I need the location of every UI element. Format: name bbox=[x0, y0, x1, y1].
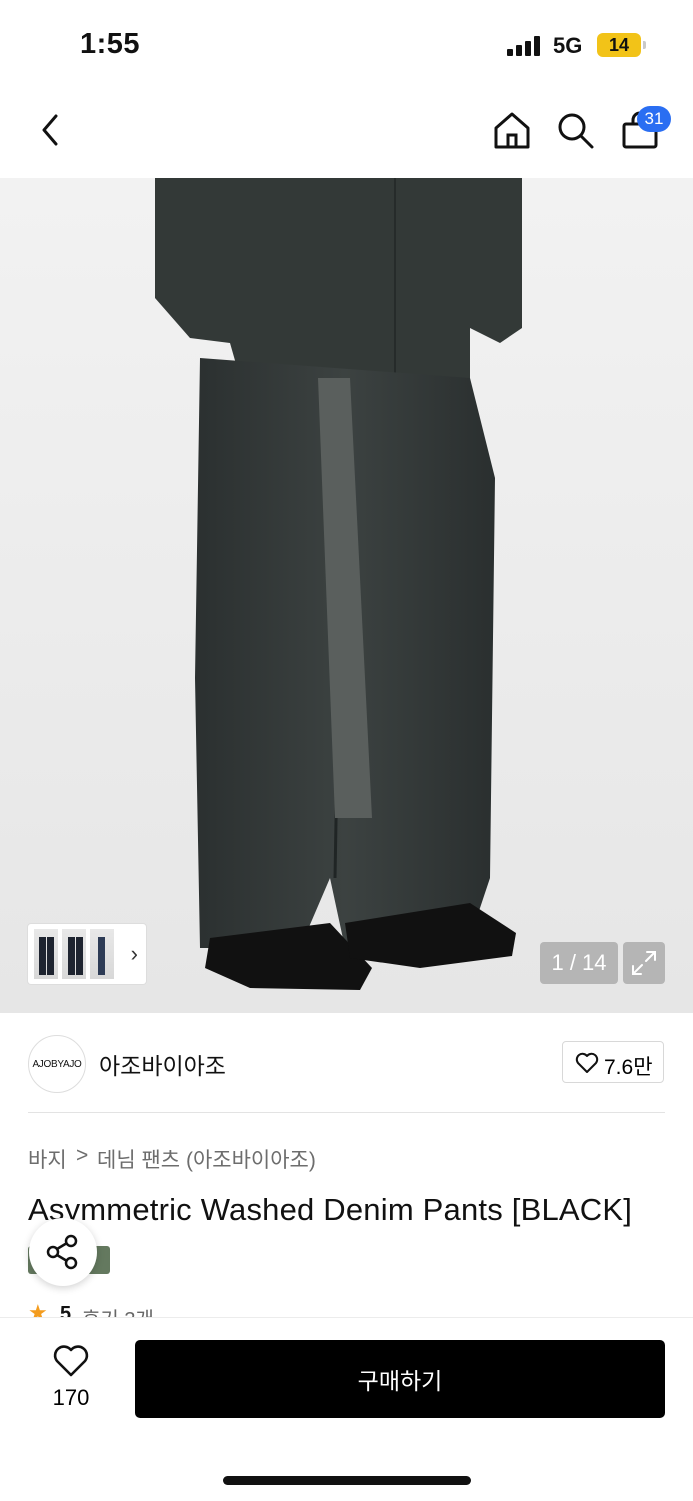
share-button[interactable] bbox=[29, 1218, 97, 1286]
divider bbox=[28, 1112, 665, 1113]
search-icon bbox=[558, 113, 594, 149]
brand-logo[interactable]: AJOBYAJO bbox=[28, 1035, 86, 1093]
image-counter: 1 / 14 bbox=[540, 942, 618, 984]
cart-count-badge: 31 bbox=[637, 106, 671, 132]
product-title: Asymmetric Washed Denim Pants [BLACK] bbox=[28, 1192, 633, 1227]
home-indicator bbox=[223, 1476, 471, 1485]
chevron-left-icon bbox=[42, 114, 58, 146]
brand-like-count: 7.6만 bbox=[604, 1056, 653, 1079]
home-icon bbox=[494, 112, 530, 149]
breadcrumb-separator: > bbox=[76, 1144, 89, 1167]
breadcrumb-category[interactable]: 바지 bbox=[28, 1144, 67, 1174]
share-icon bbox=[46, 1234, 78, 1270]
battery-icon: 14 bbox=[597, 33, 641, 57]
battery-tip bbox=[643, 41, 646, 49]
thumbnail-3[interactable] bbox=[90, 929, 114, 979]
thumbnail-1[interactable] bbox=[34, 929, 58, 979]
brand-name[interactable]: 아조바이아조 bbox=[99, 1047, 226, 1081]
like-count: 170 bbox=[52, 1385, 90, 1410]
chevron-right-icon: › bbox=[130, 941, 138, 966]
heart-icon bbox=[575, 1052, 599, 1073]
brand-like-button[interactable]: 7.6만 bbox=[562, 1041, 664, 1083]
denim-pants-photo bbox=[155, 178, 522, 990]
home-button[interactable] bbox=[490, 108, 534, 152]
expand-button[interactable] bbox=[623, 942, 665, 984]
breadcrumb-subcategory[interactable]: 데님 팬츠 (아조바이아조) bbox=[97, 1144, 316, 1174]
heart-icon bbox=[53, 1345, 89, 1377]
expand-icon bbox=[632, 951, 656, 975]
signal-icon bbox=[507, 36, 540, 56]
network-label: 5G bbox=[553, 33, 583, 58]
product-image[interactable] bbox=[0, 178, 693, 1013]
buy-button[interactable]: 구매하기 bbox=[135, 1340, 665, 1418]
back-button[interactable] bbox=[34, 110, 70, 150]
search-button[interactable] bbox=[553, 108, 597, 152]
thumbnail-2[interactable] bbox=[62, 929, 86, 979]
thumbnail-strip[interactable]: › bbox=[28, 924, 146, 984]
status-time: 1:55 bbox=[80, 28, 141, 60]
like-button[interactable]: 170 bbox=[40, 1343, 102, 1413]
